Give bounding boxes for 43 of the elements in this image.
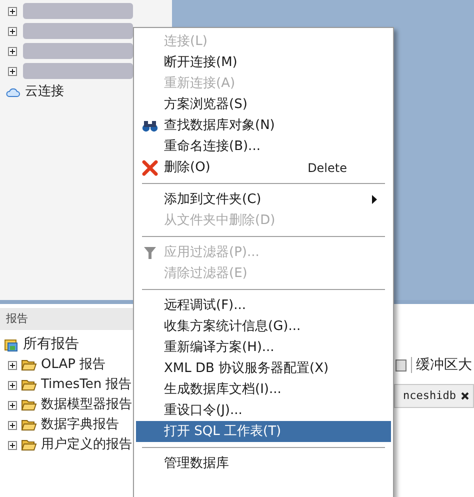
folder-icon xyxy=(21,379,37,391)
shortcut-label: Delete xyxy=(308,160,348,176)
expand-toggle[interactable] xyxy=(8,400,17,410)
expand-toggle[interactable] xyxy=(8,360,17,370)
menu-item[interactable]: 添加到文件夹(C) xyxy=(136,189,391,210)
menu-item[interactable]: 重命名连接(B)... xyxy=(136,136,391,157)
toolbar-icon[interactable] xyxy=(395,358,407,372)
menu-item[interactable]: 删除(O) Delete xyxy=(136,157,391,178)
funnel-icon xyxy=(143,246,157,260)
expand-toggle[interactable] xyxy=(8,46,17,56)
expand-toggle[interactable] xyxy=(8,380,17,390)
menu-item[interactable]: 重设口令(J)... xyxy=(136,400,391,421)
tree-label[interactable]: 数据字典报告 xyxy=(41,415,119,435)
menu-item[interactable]: 查找数据库对象(N) xyxy=(136,115,391,136)
menu-item[interactable]: 方案浏览器(S) xyxy=(136,94,391,115)
expand-toggle[interactable] xyxy=(8,6,17,16)
folder-icon xyxy=(21,439,37,451)
tree-label[interactable]: 所有报告 xyxy=(23,334,79,355)
tree-label[interactable]: TimesTen 报告 xyxy=(41,375,132,395)
tree-label[interactable]: OLAP 报告 xyxy=(41,355,106,375)
expand-toggle[interactable] xyxy=(8,420,17,430)
folder-icon xyxy=(21,399,37,411)
tree-label[interactable]: 数据模型器报告 xyxy=(41,395,132,415)
toolbar-label: 缓冲区大 xyxy=(416,356,473,374)
menu-item[interactable]: 断开连接(M) xyxy=(136,52,391,73)
expand-toggle[interactable] xyxy=(8,440,17,450)
expand-toggle[interactable] xyxy=(8,66,17,76)
folder-icon xyxy=(21,359,37,371)
close-icon[interactable] xyxy=(461,392,469,400)
menu-item[interactable]: 重新编译方案(H)... xyxy=(136,337,391,358)
report-folder-icon xyxy=(4,338,19,352)
menu-item[interactable]: 管理数据库 xyxy=(136,453,391,474)
tree-label[interactable]: 用户定义的报告 xyxy=(41,435,132,455)
menu-item[interactable]: 生成数据库文档(I)... xyxy=(136,379,391,400)
cloud-icon xyxy=(6,88,20,96)
editor-tab[interactable]: nceshidb xyxy=(394,384,474,408)
menu-item[interactable]: XML DB 协议服务器配置(X) xyxy=(136,358,391,379)
binoculars-icon xyxy=(142,118,158,132)
folder-icon xyxy=(21,419,37,431)
tree-label[interactable]: 云连接 xyxy=(25,82,64,102)
delete-icon xyxy=(142,160,158,176)
menu-item[interactable]: 打开 SQL 工作表(T) xyxy=(136,421,391,442)
expand-toggle[interactable] xyxy=(8,26,17,36)
